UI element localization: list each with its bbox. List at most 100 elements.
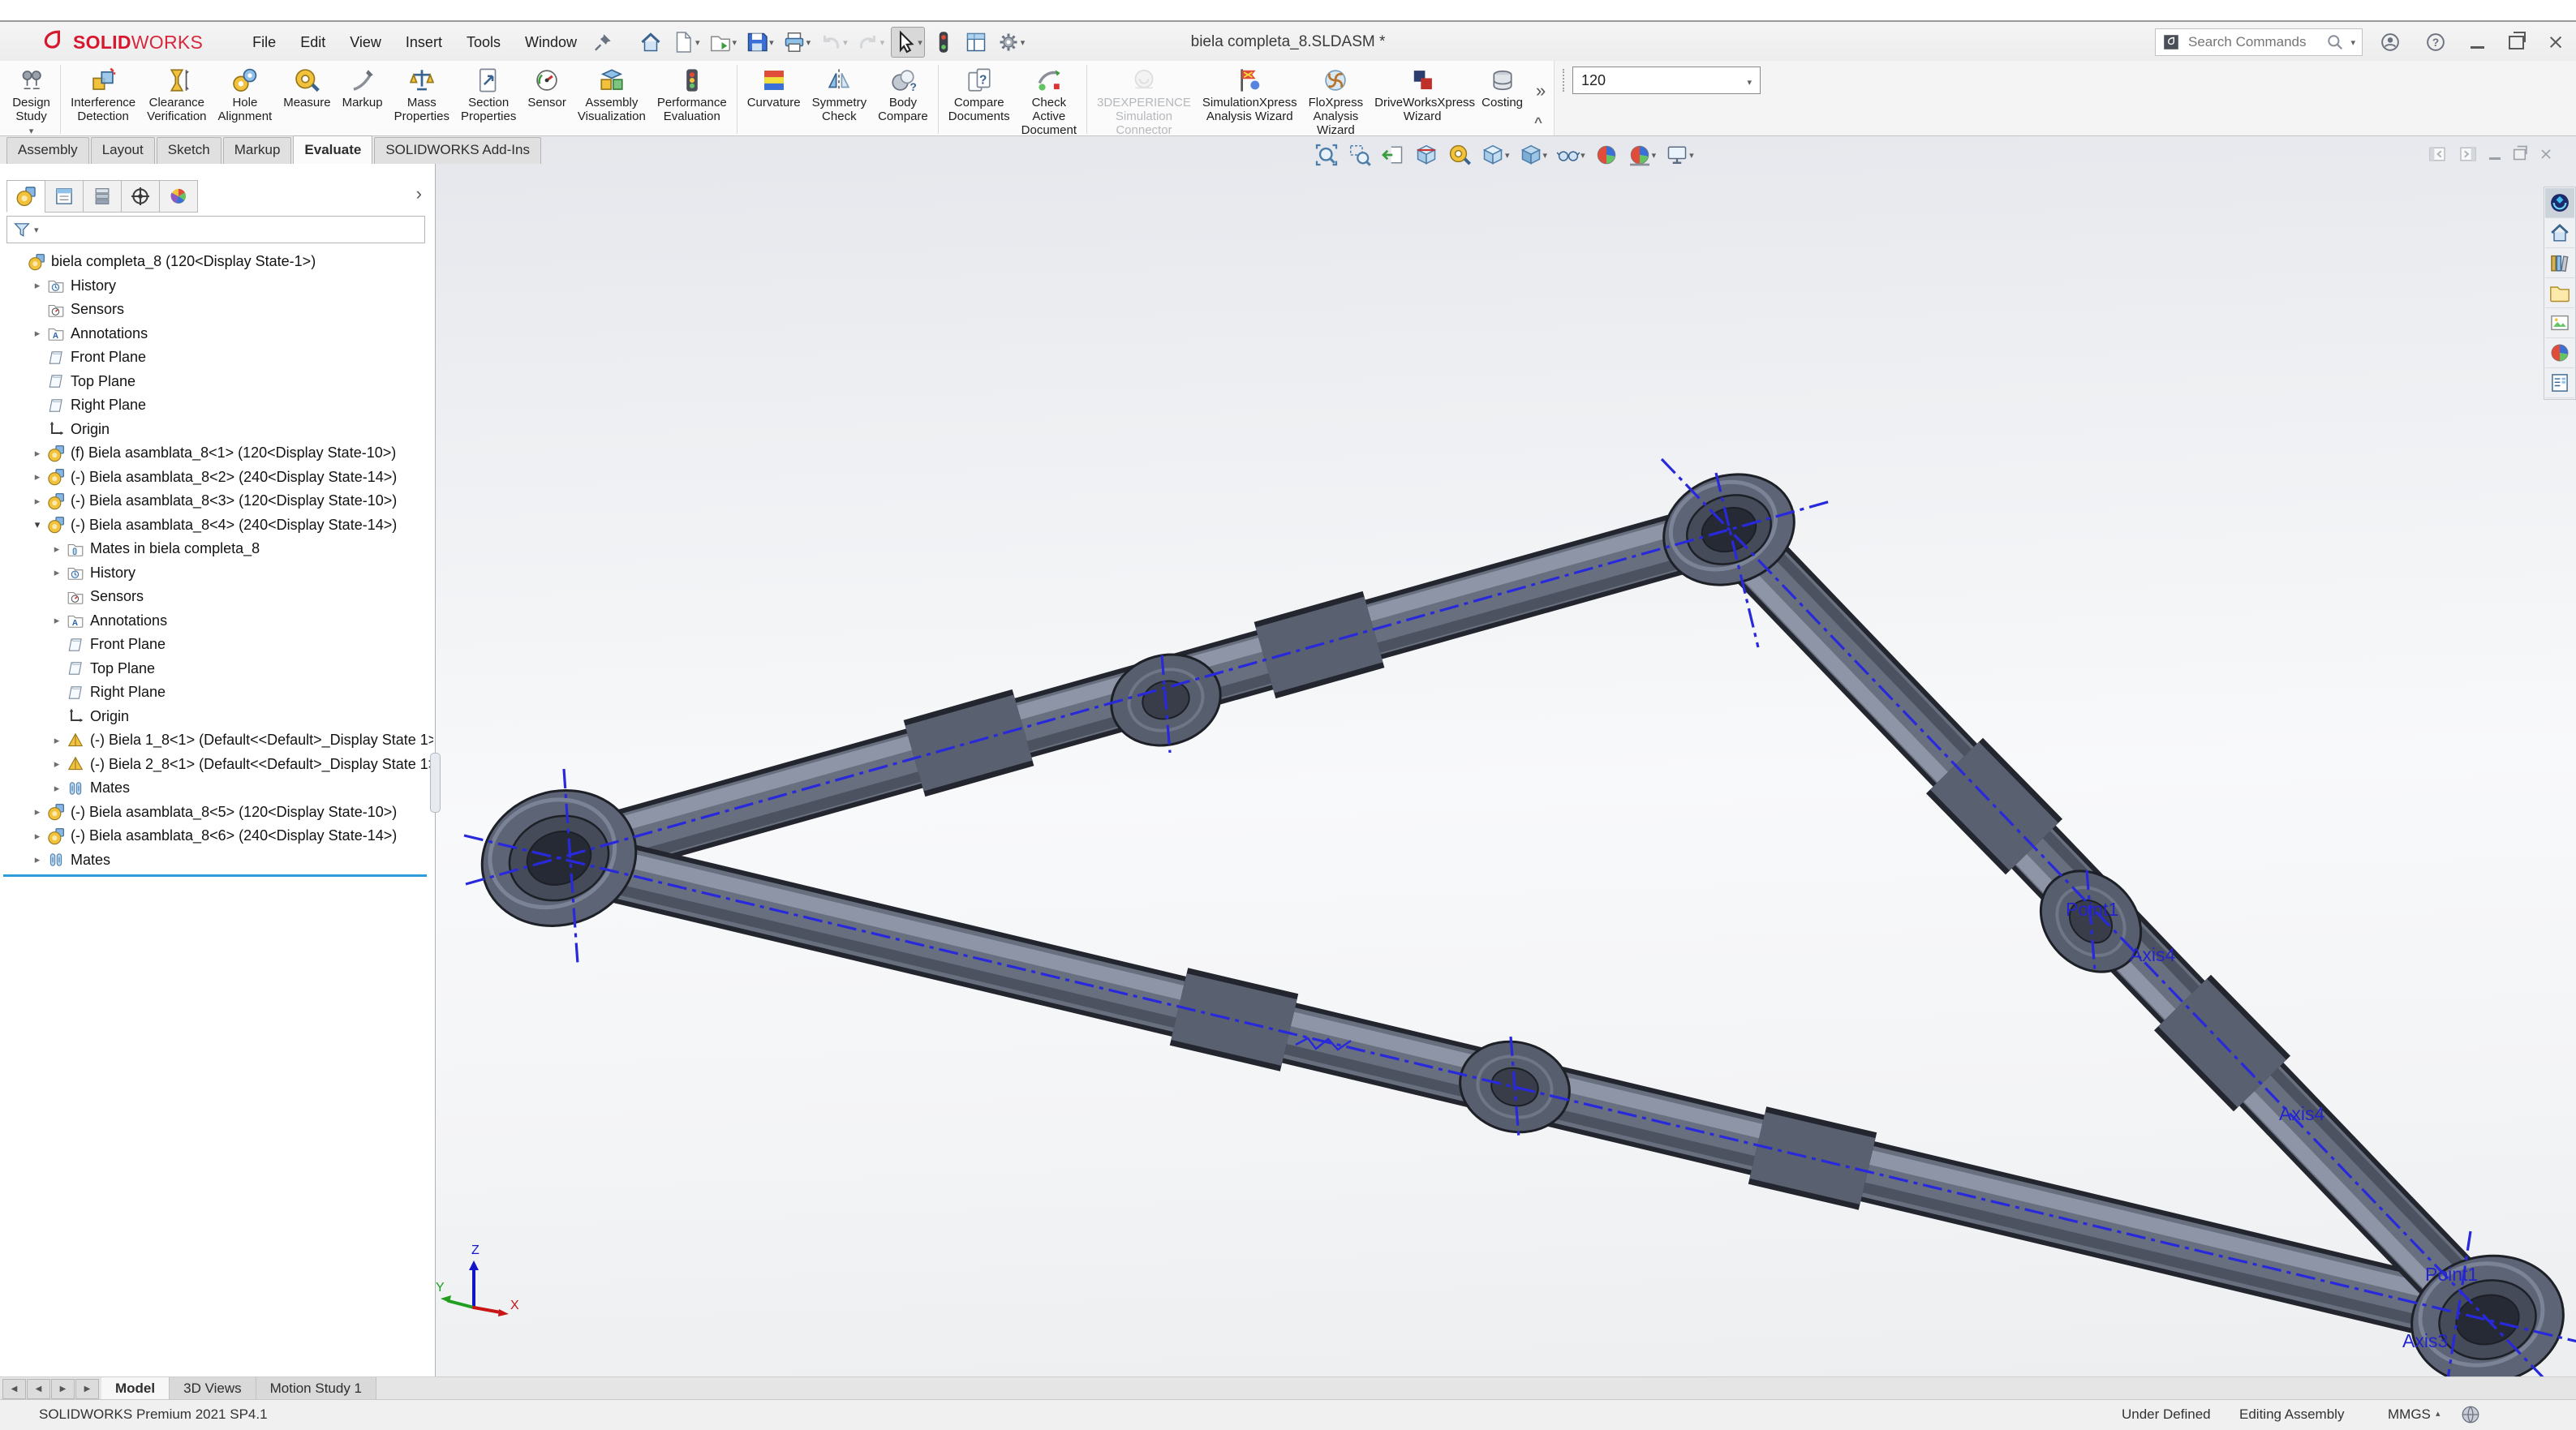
- tab-nav-previous-button[interactable]: ◀: [27, 1379, 50, 1399]
- configuration-selector[interactable]: 120: [1572, 67, 1761, 94]
- edit-appearance-button[interactable]: [1592, 140, 1621, 170]
- search-input[interactable]: [2187, 33, 2320, 51]
- panel-splitter-handle[interactable]: [430, 753, 441, 813]
- search-commands-box[interactable]: [2155, 28, 2363, 56]
- ribbon-compare-documents-button[interactable]: ?Compare Documents: [943, 63, 1016, 131]
- menu-tools[interactable]: Tools: [454, 28, 513, 57]
- user-login-icon[interactable]: [2380, 32, 2401, 53]
- tree-expander-icon[interactable]: [28, 447, 47, 460]
- help-icon[interactable]: ?: [2425, 32, 2446, 53]
- close-button[interactable]: [2548, 35, 2563, 49]
- menu-view[interactable]: View: [338, 28, 393, 57]
- tree-expander-icon[interactable]: [47, 758, 67, 771]
- ribbon-section-properties-button[interactable]: Section Properties: [455, 63, 522, 131]
- ribbon-clearance-verification-button[interactable]: Clearance Verification: [141, 63, 212, 131]
- tree-expander-icon[interactable]: [47, 614, 67, 627]
- ribbon-simulationxpress-button[interactable]: SimulationXpress Analysis Wizard: [1197, 63, 1303, 131]
- tab-evaluate[interactable]: Evaluate: [293, 135, 372, 164]
- tree-item[interactable]: AAnnotations: [3, 609, 433, 633]
- tree-item[interactable]: Front Plane: [3, 633, 433, 657]
- tree-expander-icon[interactable]: [28, 518, 47, 531]
- tree-item[interactable]: Mates: [3, 848, 433, 873]
- doc-tab-3d-views[interactable]: 3D Views: [170, 1377, 256, 1400]
- ribbon-floxpress-button[interactable]: FloXpress Analysis Wizard: [1303, 63, 1370, 131]
- ribbon-overflow-icon[interactable]: »: [1536, 80, 1546, 101]
- pane-next-icon[interactable]: [2458, 144, 2478, 164]
- ribbon-design-study-button[interactable]: Design Study: [6, 63, 56, 131]
- doc-restore-button[interactable]: [2514, 148, 2526, 160]
- tree-expander-icon[interactable]: [28, 279, 47, 292]
- doc-minimize-button[interactable]: [2489, 157, 2501, 160]
- ribbon-performance-evaluation-button[interactable]: Performance Evaluation: [652, 63, 733, 131]
- tree-expander-icon[interactable]: [28, 853, 47, 866]
- tree-expander-icon[interactable]: [47, 734, 67, 747]
- print-button[interactable]: [781, 28, 813, 57]
- tree-item[interactable]: (f) Biela asamblata_8<1> (120<Display St…: [3, 441, 433, 466]
- measure-button[interactable]: [1445, 140, 1474, 170]
- doc-tab-model[interactable]: Model: [101, 1377, 170, 1400]
- apply-scene-button[interactable]: [1625, 140, 1659, 170]
- ribbon-measure-button[interactable]: Measure: [277, 63, 336, 131]
- menu-file[interactable]: File: [240, 28, 288, 57]
- panel-tab-propertymanager[interactable]: [45, 180, 84, 213]
- tree-item[interactable]: (-) Biela asamblata_8<3> (120<Display St…: [3, 489, 433, 513]
- tree-item[interactable]: Origin: [3, 705, 433, 729]
- tree-item[interactable]: Sensors: [3, 585, 433, 609]
- unit-system-caret-icon[interactable]: ▴: [2436, 1408, 2441, 1419]
- panel-tab-dimxpertmanager[interactable]: [121, 180, 160, 213]
- tab-layout[interactable]: Layout: [91, 137, 155, 164]
- taskpane-home-button[interactable]: [2545, 218, 2574, 248]
- taskpane-custom-properties-button[interactable]: [2545, 368, 2574, 398]
- unit-system[interactable]: MMGS: [2388, 1406, 2431, 1423]
- tab-nav-first-button[interactable]: ◀: [2, 1379, 26, 1399]
- ribbon-body-compare-button[interactable]: ?Body Compare: [872, 63, 934, 131]
- ribbon-collapse-icon[interactable]: ^: [1534, 114, 1542, 131]
- tree-item[interactable]: Top Plane: [3, 370, 433, 394]
- ribbon-mass-properties-button[interactable]: Mass Properties: [389, 63, 455, 131]
- panel-tab-displaymanager[interactable]: [159, 180, 198, 213]
- rebuild-button[interactable]: [930, 28, 957, 57]
- tree-item[interactable]: AAnnotations: [3, 322, 433, 346]
- menu-edit[interactable]: Edit: [288, 28, 338, 57]
- search-icon[interactable]: [2326, 33, 2344, 51]
- zoom-to-area-button[interactable]: [1345, 140, 1374, 170]
- tree-item[interactable]: Front Plane: [3, 346, 433, 370]
- tab-nav-next-button[interactable]: ▶: [51, 1379, 75, 1399]
- view-orientation-button[interactable]: [1478, 140, 1512, 170]
- tree-item[interactable]: Sensors: [3, 298, 433, 322]
- tab-assembly[interactable]: Assembly: [6, 137, 89, 164]
- ribbon-markup-button[interactable]: Markup: [337, 63, 389, 131]
- tree-item[interactable]: Right Plane: [3, 393, 433, 418]
- taskpane-design-library-button[interactable]: [2545, 248, 2574, 278]
- tree-expander-icon[interactable]: [47, 782, 67, 795]
- search-scope-caret-icon[interactable]: [2350, 35, 2355, 49]
- tree-expander-icon[interactable]: [47, 566, 67, 579]
- tree-expander-icon[interactable]: [28, 495, 47, 508]
- select-button[interactable]: [891, 27, 925, 58]
- pane-previous-icon[interactable]: [2428, 144, 2447, 164]
- tree-expander-icon[interactable]: [28, 830, 47, 843]
- view-settings-button[interactable]: [1662, 140, 1697, 170]
- taskpane-appearances-button[interactable]: [2545, 338, 2574, 368]
- taskpane-file-explorer-button[interactable]: [2545, 278, 2574, 308]
- tree-item[interactable]: History: [3, 561, 433, 586]
- tree-item[interactable]: Mates: [3, 776, 433, 801]
- tree-item[interactable]: History: [3, 274, 433, 298]
- tree-item[interactable]: (-) Biela 2_8<1> (Default<<Default>_Disp…: [3, 753, 433, 777]
- tree-expander-icon[interactable]: [28, 805, 47, 818]
- ribbon-curvature-button[interactable]: Curvature: [742, 63, 806, 131]
- tree-expander-icon[interactable]: [47, 543, 67, 556]
- tree-item[interactable]: Origin: [3, 418, 433, 442]
- tab-sketch[interactable]: Sketch: [157, 137, 221, 164]
- display-style-button[interactable]: [1516, 140, 1550, 170]
- tree-item[interactable]: (-) Biela asamblata_8<2> (240<Display St…: [3, 466, 433, 490]
- tab-nav-last-button[interactable]: ▶: [75, 1379, 99, 1399]
- ribbon-symmetry-check-button[interactable]: Symmetry Check: [806, 63, 873, 131]
- tree-item[interactable]: biela completa_8 (120<Display State-1>): [3, 250, 433, 274]
- zoom-to-fit-button[interactable]: [1312, 140, 1341, 170]
- menu-insert[interactable]: Insert: [393, 28, 454, 57]
- ribbon-hole-alignment-button[interactable]: Hole Alignment: [213, 63, 278, 131]
- open-button[interactable]: [707, 28, 739, 57]
- taskpane-view-palette-button[interactable]: [2545, 308, 2574, 338]
- tree-item[interactable]: (-) Biela asamblata_8<4> (240<Display St…: [3, 513, 433, 538]
